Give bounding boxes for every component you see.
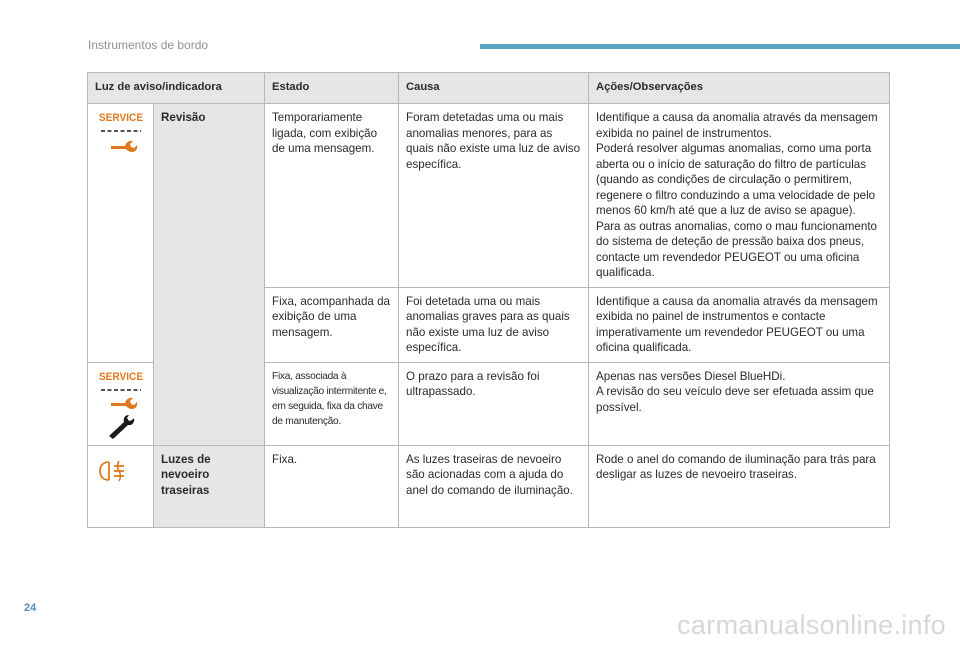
estado-cell: Temporariamente ligada, com exibição de … [264,103,400,288]
row-label-nevoeiro: Luzes de nevoeiro traseiras [152,444,266,528]
column-header-acoes: Ações/Observações [588,72,891,104]
service-icon-label: SERVICE [98,370,142,382]
column-header-estado: Estado [264,72,400,104]
service-text-icon: SERVICE [98,112,143,132]
table-row: SERVICE Revisão Temporariamente ligada, … [87,103,891,446]
causa-cell: Foi detetada uma ou mais anomalias grave… [398,286,590,363]
page-number: 24 [24,602,37,614]
acoes-cell: Identifique a causa da anomalia através … [588,103,891,288]
warning-lights-table: Luz de aviso/indicadora Estado Causa Açõ… [86,72,891,528]
acoes-line: Para as outras anomalias, como o mau fun… [596,219,877,280]
rear-fog-light-icon [99,460,124,481]
column-header-light: Luz de aviso/indicadora [86,72,266,104]
estado-cell: Fixa. [264,444,400,528]
service-text-icon: SERVICE [98,370,143,391]
service-icon-label: SERVICE [98,112,142,124]
watermark: carmanualsonline.info [677,610,946,640]
estado-cell: Fixa, associada à visualização intermite… [264,361,400,446]
wrench-icon [110,140,137,152]
acoes-line: Identifique a causa da anomalia através … [596,294,878,355]
row-label-revisao: Revisão [152,103,266,446]
service-wrench-icon-cell: SERVICE [87,361,154,446]
estado-cell: Fixa, acompanhada da exibição de uma men… [264,286,400,363]
causa-cell: O prazo para a revisão foi ultrapassado. [398,361,590,446]
acoes-line: Identifique a causa da anomalia através … [596,111,878,140]
section-title: Instrumentos de bordo [88,38,209,52]
acoes-cell: Rode o anel do comando de iluminação par… [588,444,891,528]
table-header-row: Luz de aviso/indicadora Estado Causa Açõ… [86,72,891,104]
service-icon-cell: SERVICE [87,103,154,363]
fog-icon-cell [87,444,154,528]
acoes-line: Poderá resolver algumas anomalias, como … [596,142,876,217]
acoes-line: A revisão do seu veículo deve ser efetua… [596,385,874,414]
causa-cell: As luzes traseiras de nevoeiro são acion… [398,444,590,528]
header-accent-bar [480,44,960,49]
acoes-line: Rode o anel do comando de iluminação par… [596,452,876,482]
causa-cell: Foram detetadas uma ou mais anomalias me… [398,103,590,288]
acoes-line: Apenas nas versões Diesel BlueHDi. [596,369,786,383]
wrench-icon [110,397,137,409]
column-header-causa: Causa [398,72,590,104]
acoes-cell: Apenas nas versões Diesel BlueHDi. A rev… [588,361,891,446]
acoes-cell: Identifique a causa da anomalia através … [588,286,891,363]
table-row: Luzes de nevoeiro traseiras Fixa. As luz… [87,444,891,528]
maintenance-key-icon [108,414,134,439]
